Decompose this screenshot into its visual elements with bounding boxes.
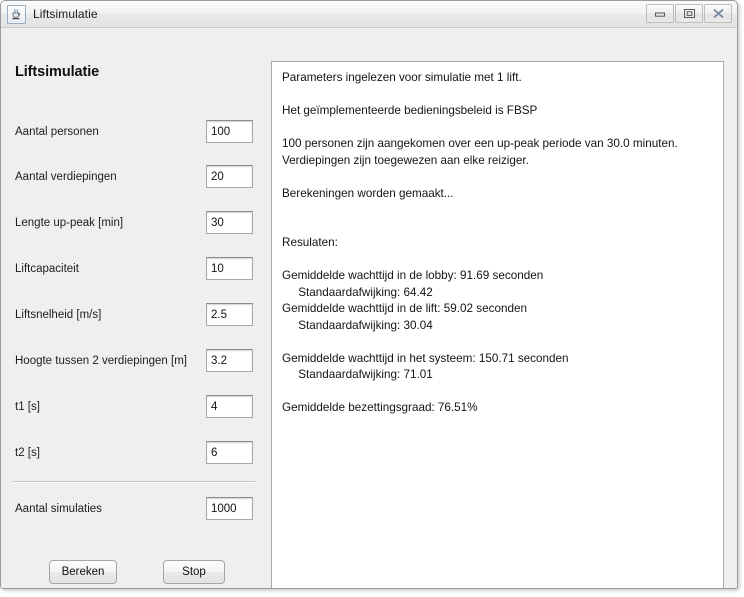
page-title: Liftsimulatie <box>15 64 100 80</box>
window-title: Liftsimulatie <box>33 7 98 21</box>
window-content: Liftsimulatie Aantal personen Aantal ver… <box>1 28 737 588</box>
input-t2[interactable] <box>206 441 253 464</box>
input-aantal-personen[interactable] <box>206 120 253 143</box>
form-row-t1: t1 [s] <box>15 395 253 418</box>
application-window: Liftsimulatie Liftsimulatie Aantal perso… <box>0 0 738 589</box>
input-aantal-verdiepingen[interactable] <box>206 165 253 188</box>
label-liftcapaciteit: Liftcapaciteit <box>15 262 79 275</box>
label-aantal-verdiepingen: Aantal verdiepingen <box>15 170 117 183</box>
input-lengte-up-peak[interactable] <box>206 211 253 234</box>
simulation-output-text: Parameters ingelezen voor simulatie met … <box>282 71 678 414</box>
input-t1[interactable] <box>206 395 253 418</box>
form-row-liftsnelheid: Liftsnelheid [m/s] <box>15 303 253 326</box>
parameters-sidebar: Liftsimulatie Aantal personen Aantal ver… <box>1 28 267 588</box>
form-row-t2: t2 [s] <box>15 441 253 464</box>
input-hoogte-tussen-verdiepingen[interactable] <box>206 349 253 372</box>
window-controls <box>646 4 732 23</box>
label-liftsnelheid: Liftsnelheid [m/s] <box>15 308 102 321</box>
input-liftcapaciteit[interactable] <box>206 257 253 280</box>
output-panel[interactable]: Parameters ingelezen voor simulatie met … <box>271 61 724 588</box>
form-row-liftcapaciteit: Liftcapaciteit <box>15 257 253 280</box>
form-row-lengte-up-peak: Lengte up-peak [min] <box>15 211 253 234</box>
label-hoogte-tussen-verdiepingen: Hoogte tussen 2 verdiepingen [m] <box>15 354 187 367</box>
form-separator <box>13 481 255 483</box>
input-aantal-simulaties[interactable] <box>206 497 253 520</box>
form-row-aantal-simulaties: Aantal simulaties <box>15 497 253 520</box>
label-aantal-simulaties: Aantal simulaties <box>15 502 102 515</box>
form-row-aantal-personen: Aantal personen <box>15 120 253 143</box>
maximize-button[interactable] <box>675 4 703 23</box>
input-liftsnelheid[interactable] <box>206 303 253 326</box>
stop-button[interactable]: Stop <box>163 560 225 584</box>
label-t2: t2 [s] <box>15 446 40 459</box>
close-button[interactable] <box>704 4 732 23</box>
java-coffee-cup-icon <box>7 4 26 24</box>
calculate-button[interactable]: Bereken <box>49 560 117 584</box>
minimize-button[interactable] <box>646 4 674 23</box>
label-t1: t1 [s] <box>15 400 40 413</box>
label-lengte-up-peak: Lengte up-peak [min] <box>15 216 124 229</box>
title-bar: Liftsimulatie <box>1 1 737 28</box>
form-row-aantal-verdiepingen: Aantal verdiepingen <box>15 165 253 188</box>
label-aantal-personen: Aantal personen <box>15 125 99 138</box>
form-row-hoogte-tussen-verdiepingen: Hoogte tussen 2 verdiepingen [m] <box>15 349 253 372</box>
